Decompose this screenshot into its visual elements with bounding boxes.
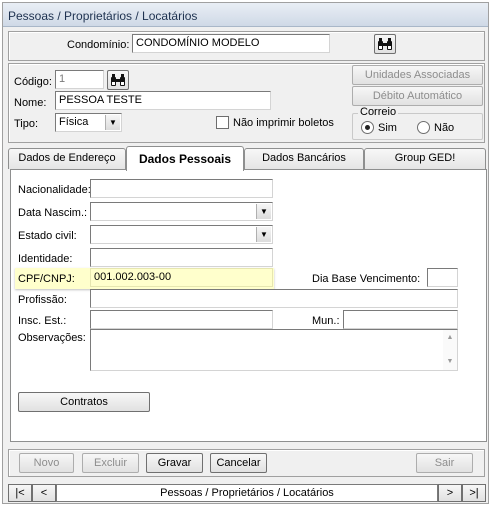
main-window: Pessoas / Proprietários / Locatários Con… bbox=[2, 2, 489, 504]
codigo-label: Código: bbox=[14, 76, 52, 88]
unidades-associadas-button[interactable]: Unidades Associadas bbox=[352, 65, 483, 85]
cpf-label: CPF/CNPJ: bbox=[18, 273, 75, 285]
scroll-down-icon[interactable]: ▼ bbox=[443, 356, 457, 368]
nav-last-button[interactable]: >| bbox=[462, 484, 486, 502]
data-nascimento-label: Data Nascim.: bbox=[18, 207, 88, 219]
nome-label: Nome: bbox=[14, 97, 47, 109]
identidade-field[interactable] bbox=[90, 248, 273, 267]
contratos-button[interactable]: Contratos bbox=[18, 392, 150, 412]
tab-group-ged[interactable]: Group GED! bbox=[364, 148, 486, 169]
nao-imprimir-label: Não imprimir boletos bbox=[233, 117, 334, 129]
tab-dados-bancarios[interactable]: Dados Bancários bbox=[244, 148, 364, 169]
observacoes-label: Observações: bbox=[18, 332, 86, 344]
estado-civil-label: Estado civil: bbox=[18, 230, 77, 242]
condominio-label: Condomínio: bbox=[67, 39, 130, 51]
correio-sim-radio[interactable] bbox=[361, 121, 374, 134]
window-title: Pessoas / Proprietários / Locatários bbox=[3, 3, 488, 27]
chevron-down-icon[interactable]: ▼ bbox=[105, 115, 120, 130]
tipo-select[interactable]: Física ▼ bbox=[55, 113, 122, 132]
condominio-search-button[interactable] bbox=[374, 34, 396, 54]
condominio-field[interactable]: CONDOMÍNIO MODELO bbox=[132, 34, 330, 53]
tipo-label: Tipo: bbox=[14, 118, 39, 130]
observacoes-scrollbar[interactable]: ▲ ▼ bbox=[443, 330, 457, 370]
scroll-up-icon[interactable]: ▲ bbox=[443, 332, 457, 344]
debito-automatico-button[interactable]: Débito Automático bbox=[352, 86, 483, 106]
tipo-select-value: Física bbox=[59, 116, 89, 128]
sair-button[interactable]: Sair bbox=[416, 453, 473, 473]
chevron-down-icon[interactable]: ▼ bbox=[256, 227, 271, 242]
nav-next-button[interactable]: > bbox=[438, 484, 462, 502]
nav-prev-button[interactable]: < bbox=[32, 484, 56, 502]
codigo-field[interactable]: 1 bbox=[55, 70, 104, 89]
tab-dados-endereco[interactable]: Dados de Endereço bbox=[8, 148, 126, 169]
nao-imprimir-checkbox[interactable] bbox=[216, 116, 229, 129]
gravar-button[interactable]: Gravar bbox=[146, 453, 203, 473]
cancelar-button[interactable]: Cancelar bbox=[210, 453, 267, 473]
observacoes-textarea[interactable]: ▲ ▼ bbox=[90, 329, 458, 371]
chevron-down-icon[interactable]: ▼ bbox=[256, 204, 271, 219]
correio-label: Correio bbox=[358, 106, 399, 118]
nacionalidade-field[interactable] bbox=[90, 179, 273, 198]
novo-button[interactable]: Novo bbox=[19, 453, 74, 473]
estado-civil-select[interactable]: ▼ bbox=[90, 225, 273, 244]
codigo-search-button[interactable] bbox=[107, 70, 129, 90]
profissao-field[interactable] bbox=[90, 289, 458, 308]
dia-base-vencimento-field[interactable] bbox=[427, 268, 458, 287]
correio-nao-label: Não bbox=[434, 122, 455, 134]
tab-dados-pessoais[interactable]: Dados Pessoais bbox=[126, 146, 244, 171]
nav-first-button[interactable]: |< bbox=[8, 484, 32, 502]
binoculars-icon bbox=[111, 74, 125, 86]
data-nascimento-select[interactable]: ▼ bbox=[90, 202, 273, 221]
correio-nao-radio[interactable] bbox=[417, 121, 430, 134]
binoculars-icon bbox=[378, 38, 392, 50]
excluir-button[interactable]: Excluir bbox=[82, 453, 139, 473]
profissao-label: Profissão: bbox=[18, 294, 67, 306]
dia-base-vencimento-label: Dia Base Vencimento: bbox=[312, 273, 421, 285]
nome-field[interactable]: PESSOA TESTE bbox=[55, 91, 271, 110]
municipio-field[interactable] bbox=[343, 310, 458, 329]
nav-caption: Pessoas / Proprietários / Locatários bbox=[56, 484, 438, 502]
municipio-label: Mun.: bbox=[312, 315, 340, 327]
identidade-label: Identidade: bbox=[18, 253, 73, 265]
cpf-field[interactable]: 001.002.003-00 bbox=[90, 268, 273, 287]
insc-est-field[interactable] bbox=[90, 310, 273, 329]
nacionalidade-label: Nacionalidade: bbox=[18, 184, 91, 196]
insc-est-label: Insc. Est.: bbox=[18, 315, 67, 327]
correio-sim-label: Sim bbox=[378, 122, 397, 134]
